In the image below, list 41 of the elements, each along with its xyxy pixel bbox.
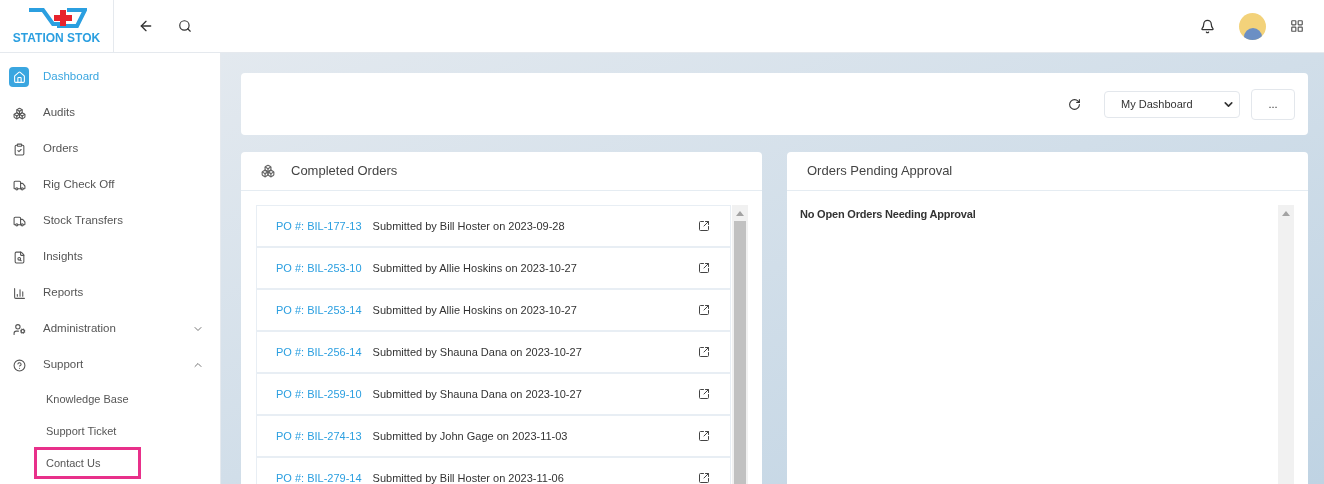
- submenu-item[interactable]: Knowledge Base: [34, 382, 141, 416]
- scrollbar[interactable]: [1278, 205, 1294, 484]
- card-title: Completed Orders: [291, 162, 398, 181]
- sidebar-item[interactable]: Support: [0, 347, 220, 383]
- submenu-item[interactable]: Contact Us: [34, 446, 141, 480]
- order-details: Submitted by Shauna Dana on 2023-10-27: [372, 344, 583, 360]
- sidebar-item[interactable]: Rig Check Off: [0, 167, 220, 203]
- grid-icon: [1290, 19, 1304, 33]
- open-external-icon[interactable]: [698, 388, 710, 400]
- order-details: Submitted by Allie Hoskins on 2023-10-27: [372, 260, 578, 276]
- card-title: Orders Pending Approval: [807, 162, 953, 181]
- boxes-icon: [261, 164, 275, 178]
- submenu-item[interactable]: Support Ticket: [34, 414, 141, 448]
- home-icon: [9, 67, 29, 87]
- avatar[interactable]: [1239, 12, 1266, 40]
- search-icon: [178, 19, 192, 33]
- open-external-icon[interactable]: [698, 262, 710, 274]
- empty-message: No Open Orders Needing Approval: [800, 207, 977, 222]
- order-details: Submitted by Allie Hoskins on 2023-10-27: [372, 302, 578, 318]
- refresh-icon: [1068, 97, 1081, 111]
- sidebar-item[interactable]: Insights: [0, 239, 220, 275]
- open-external-icon[interactable]: [698, 304, 710, 316]
- order-details: Submitted by Shauna Dana on 2023-10-27: [372, 386, 583, 402]
- sidebar-item[interactable]: Administration: [0, 311, 220, 347]
- more-button[interactable]: ...: [1251, 88, 1295, 120]
- sidebar-item[interactable]: Stock Transfers: [0, 203, 220, 239]
- logo-icon: [26, 8, 87, 30]
- open-external-icon[interactable]: [698, 430, 710, 442]
- sidebar-item[interactable]: Reports: [0, 275, 220, 311]
- dashboard-select[interactable]: My Dashboard: [1104, 90, 1240, 118]
- sidebar-item[interactable]: Orders: [0, 131, 220, 167]
- bell-icon: [1200, 18, 1215, 34]
- open-external-icon[interactable]: [698, 346, 710, 358]
- order-details: Submitted by Bill Hoster on 2023-11-06: [372, 470, 565, 484]
- logo-text: STATION STOK: [12, 32, 101, 44]
- open-external-icon[interactable]: [698, 220, 710, 232]
- order-details: Submitted by Bill Hoster on 2023-09-28: [372, 218, 566, 234]
- sidebar-item[interactable]: Audits: [0, 95, 220, 131]
- scrollbar[interactable]: [732, 205, 748, 484]
- open-external-icon[interactable]: [698, 472, 710, 484]
- order-details: Submitted by John Gage on 2023-11-03: [372, 428, 569, 444]
